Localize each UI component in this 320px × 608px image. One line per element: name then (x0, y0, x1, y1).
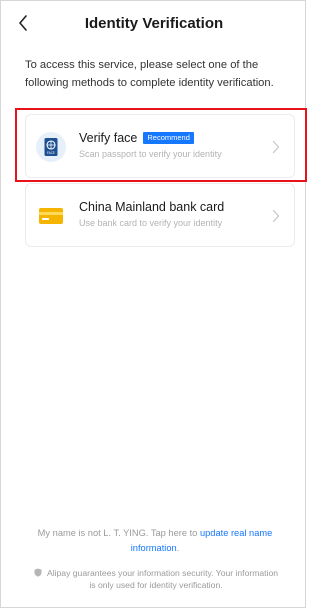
chevron-left-icon (19, 15, 27, 31)
screen-frame: Identity Verification To access this ser… (0, 0, 307, 608)
verify-face-subtitle: Scan passport to verify your identity (79, 149, 222, 159)
bank-card-option[interactable]: China Mainland bank card Use bank card t… (25, 183, 295, 247)
shield-icon (34, 568, 42, 577)
verify-face-title: Verify face (79, 130, 138, 145)
bank-card-icon (39, 208, 63, 224)
intro-text: To access this service, please select on… (25, 59, 274, 89)
passport-icon-label: FACE (47, 151, 55, 155)
recommend-badge: Recommend (143, 131, 194, 144)
bank-card-subtitle: Use bank card to verify your identity (79, 218, 223, 228)
verify-face-text: Verify face Recommend Scan passport to v… (79, 129, 264, 160)
chevron-right-icon (272, 209, 280, 223)
bank-card-text: China Mainland bank card Use bank card t… (79, 198, 264, 229)
back-button[interactable] (9, 9, 37, 37)
chevron-right-icon (272, 140, 280, 154)
name-note-prefix: My name is not L. T. YING. Tap here to (37, 528, 200, 538)
security-note: Alipay guarantees your information secur… (31, 567, 281, 591)
passport-icon: FACE (36, 132, 66, 162)
bank-card-title: China Mainland bank card (79, 199, 225, 214)
verify-face-option[interactable]: FACE Verify face Recommend Scan passport… (25, 114, 295, 178)
verify-face-title-row: Verify face Recommend (79, 129, 264, 146)
name-note-suffix: . (176, 543, 180, 553)
name-correction-note: My name is not L. T. YING. Tap here to u… (21, 526, 289, 556)
bank-card-title-row: China Mainland bank card (79, 198, 264, 215)
header: Identity Verification (1, 1, 307, 45)
page-title: Identity Verification (84, 14, 224, 32)
security-text: Alipay guarantees your information secur… (46, 568, 279, 590)
